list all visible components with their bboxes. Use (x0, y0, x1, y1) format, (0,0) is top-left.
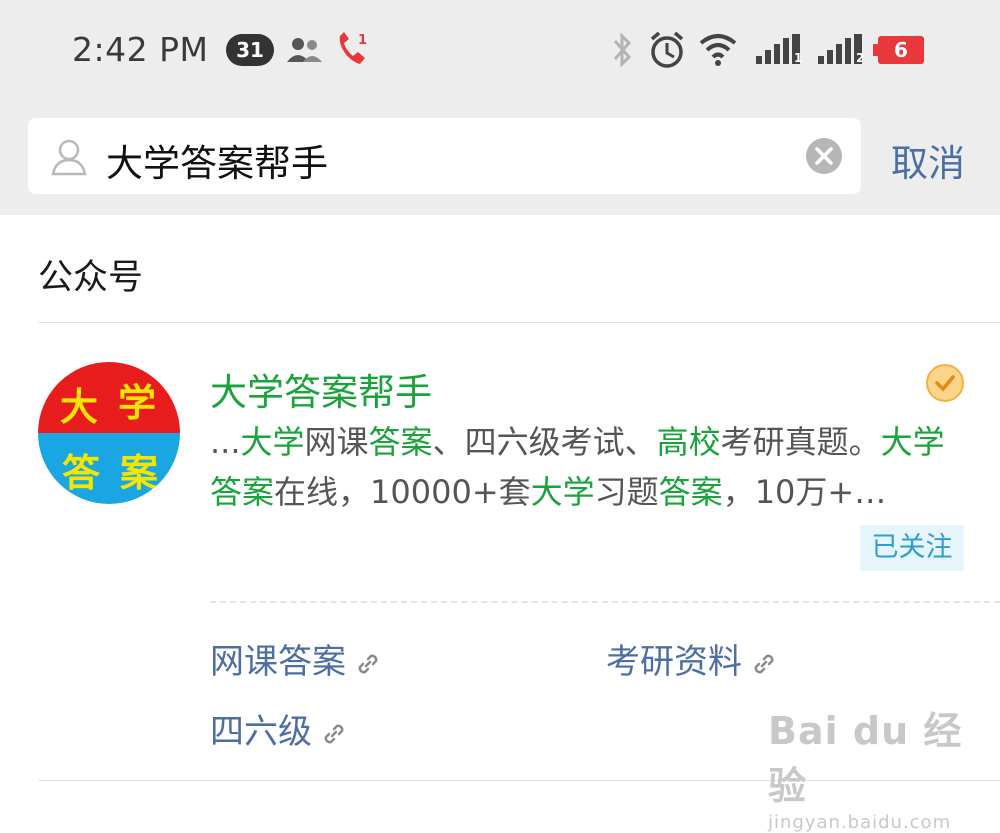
dashed-divider (210, 601, 1000, 603)
contact-search-icon (51, 139, 87, 176)
avatar-bottom-half (38, 433, 180, 504)
section-title: 公众号 (38, 258, 144, 298)
svg-text:1: 1 (358, 33, 367, 48)
description-text: 习题 (594, 473, 659, 511)
description-text: ，10万+… (722, 473, 887, 511)
description-highlight: 大学 (530, 473, 595, 511)
description-text: 网课 (304, 423, 369, 461)
description-text: 在线，10000+套 (274, 473, 531, 511)
divider (38, 322, 1000, 323)
missed-call-icon: 1 (339, 32, 367, 64)
search-query-text[interactable]: 大学答案帮手 (106, 133, 328, 187)
avatar-char: 答 (62, 451, 101, 495)
link-icon (324, 724, 344, 743)
notification-count-badge: 31 (226, 34, 274, 66)
svg-text:1: 1 (794, 51, 802, 65)
alarm-icon (650, 31, 684, 68)
contacts-icon (287, 38, 322, 62)
description-text: 、四六级考试、 (432, 423, 657, 461)
link-icon (358, 654, 378, 673)
avatar[interactable]: 大 学 答 案 (38, 362, 180, 504)
description-highlight: 高校 (656, 423, 721, 461)
menu-link-cet[interactable]: 四六级 (210, 704, 348, 753)
menu-link-label: 四六级 (210, 712, 312, 752)
signal-sim1-icon: 1 (756, 34, 802, 65)
close-icon (815, 147, 833, 165)
description-text: ... (210, 423, 241, 461)
menu-link-label: 考研资料 (606, 642, 742, 682)
status-time: 2:42 PM (72, 30, 209, 69)
description-highlight: 答案 (368, 423, 433, 461)
avatar-char: 案 (120, 451, 159, 495)
cancel-button[interactable]: 取消 (891, 133, 965, 187)
clear-search-button[interactable] (806, 138, 842, 174)
verified-badge (926, 364, 964, 402)
menu-link-label: 网课答案 (210, 642, 346, 682)
avatar-char: 大 (60, 385, 99, 429)
menu-link-exam-materials[interactable]: 考研资料 (606, 634, 778, 683)
account-description: ...大学网课答案、四六级考试、高校考研真题。大学答案在线，10000+套大学习… (210, 417, 970, 517)
battery-indicator: 6 (873, 36, 924, 64)
signal-sim2-icon: 2 (818, 34, 864, 65)
watermark-brand: Bai du 经验 (768, 709, 963, 808)
baidu-jingyan-watermark: Bai du 经验 jingyan.baidu.com (768, 700, 1000, 833)
bluetooth-icon (613, 32, 632, 68)
link-icon (754, 654, 774, 673)
description-text: 考研真题。 (720, 423, 881, 461)
status-bar: 2:42 PM 31 1 1 2 6 (0, 0, 1000, 100)
svg-text:2: 2 (856, 51, 864, 65)
watermark-url: jingyan.baidu.com (768, 812, 952, 833)
avatar-char: 学 (118, 381, 157, 425)
menu-link-course-answers[interactable]: 网课答案 (210, 634, 382, 683)
checkmark-icon (935, 375, 955, 392)
description-highlight: 大学 (240, 423, 305, 461)
account-name[interactable]: 大学答案帮手 (210, 362, 432, 416)
description-highlight: 答案 (658, 473, 723, 511)
wifi-icon (699, 34, 737, 66)
followed-status-badge: 已关注 (860, 525, 964, 571)
